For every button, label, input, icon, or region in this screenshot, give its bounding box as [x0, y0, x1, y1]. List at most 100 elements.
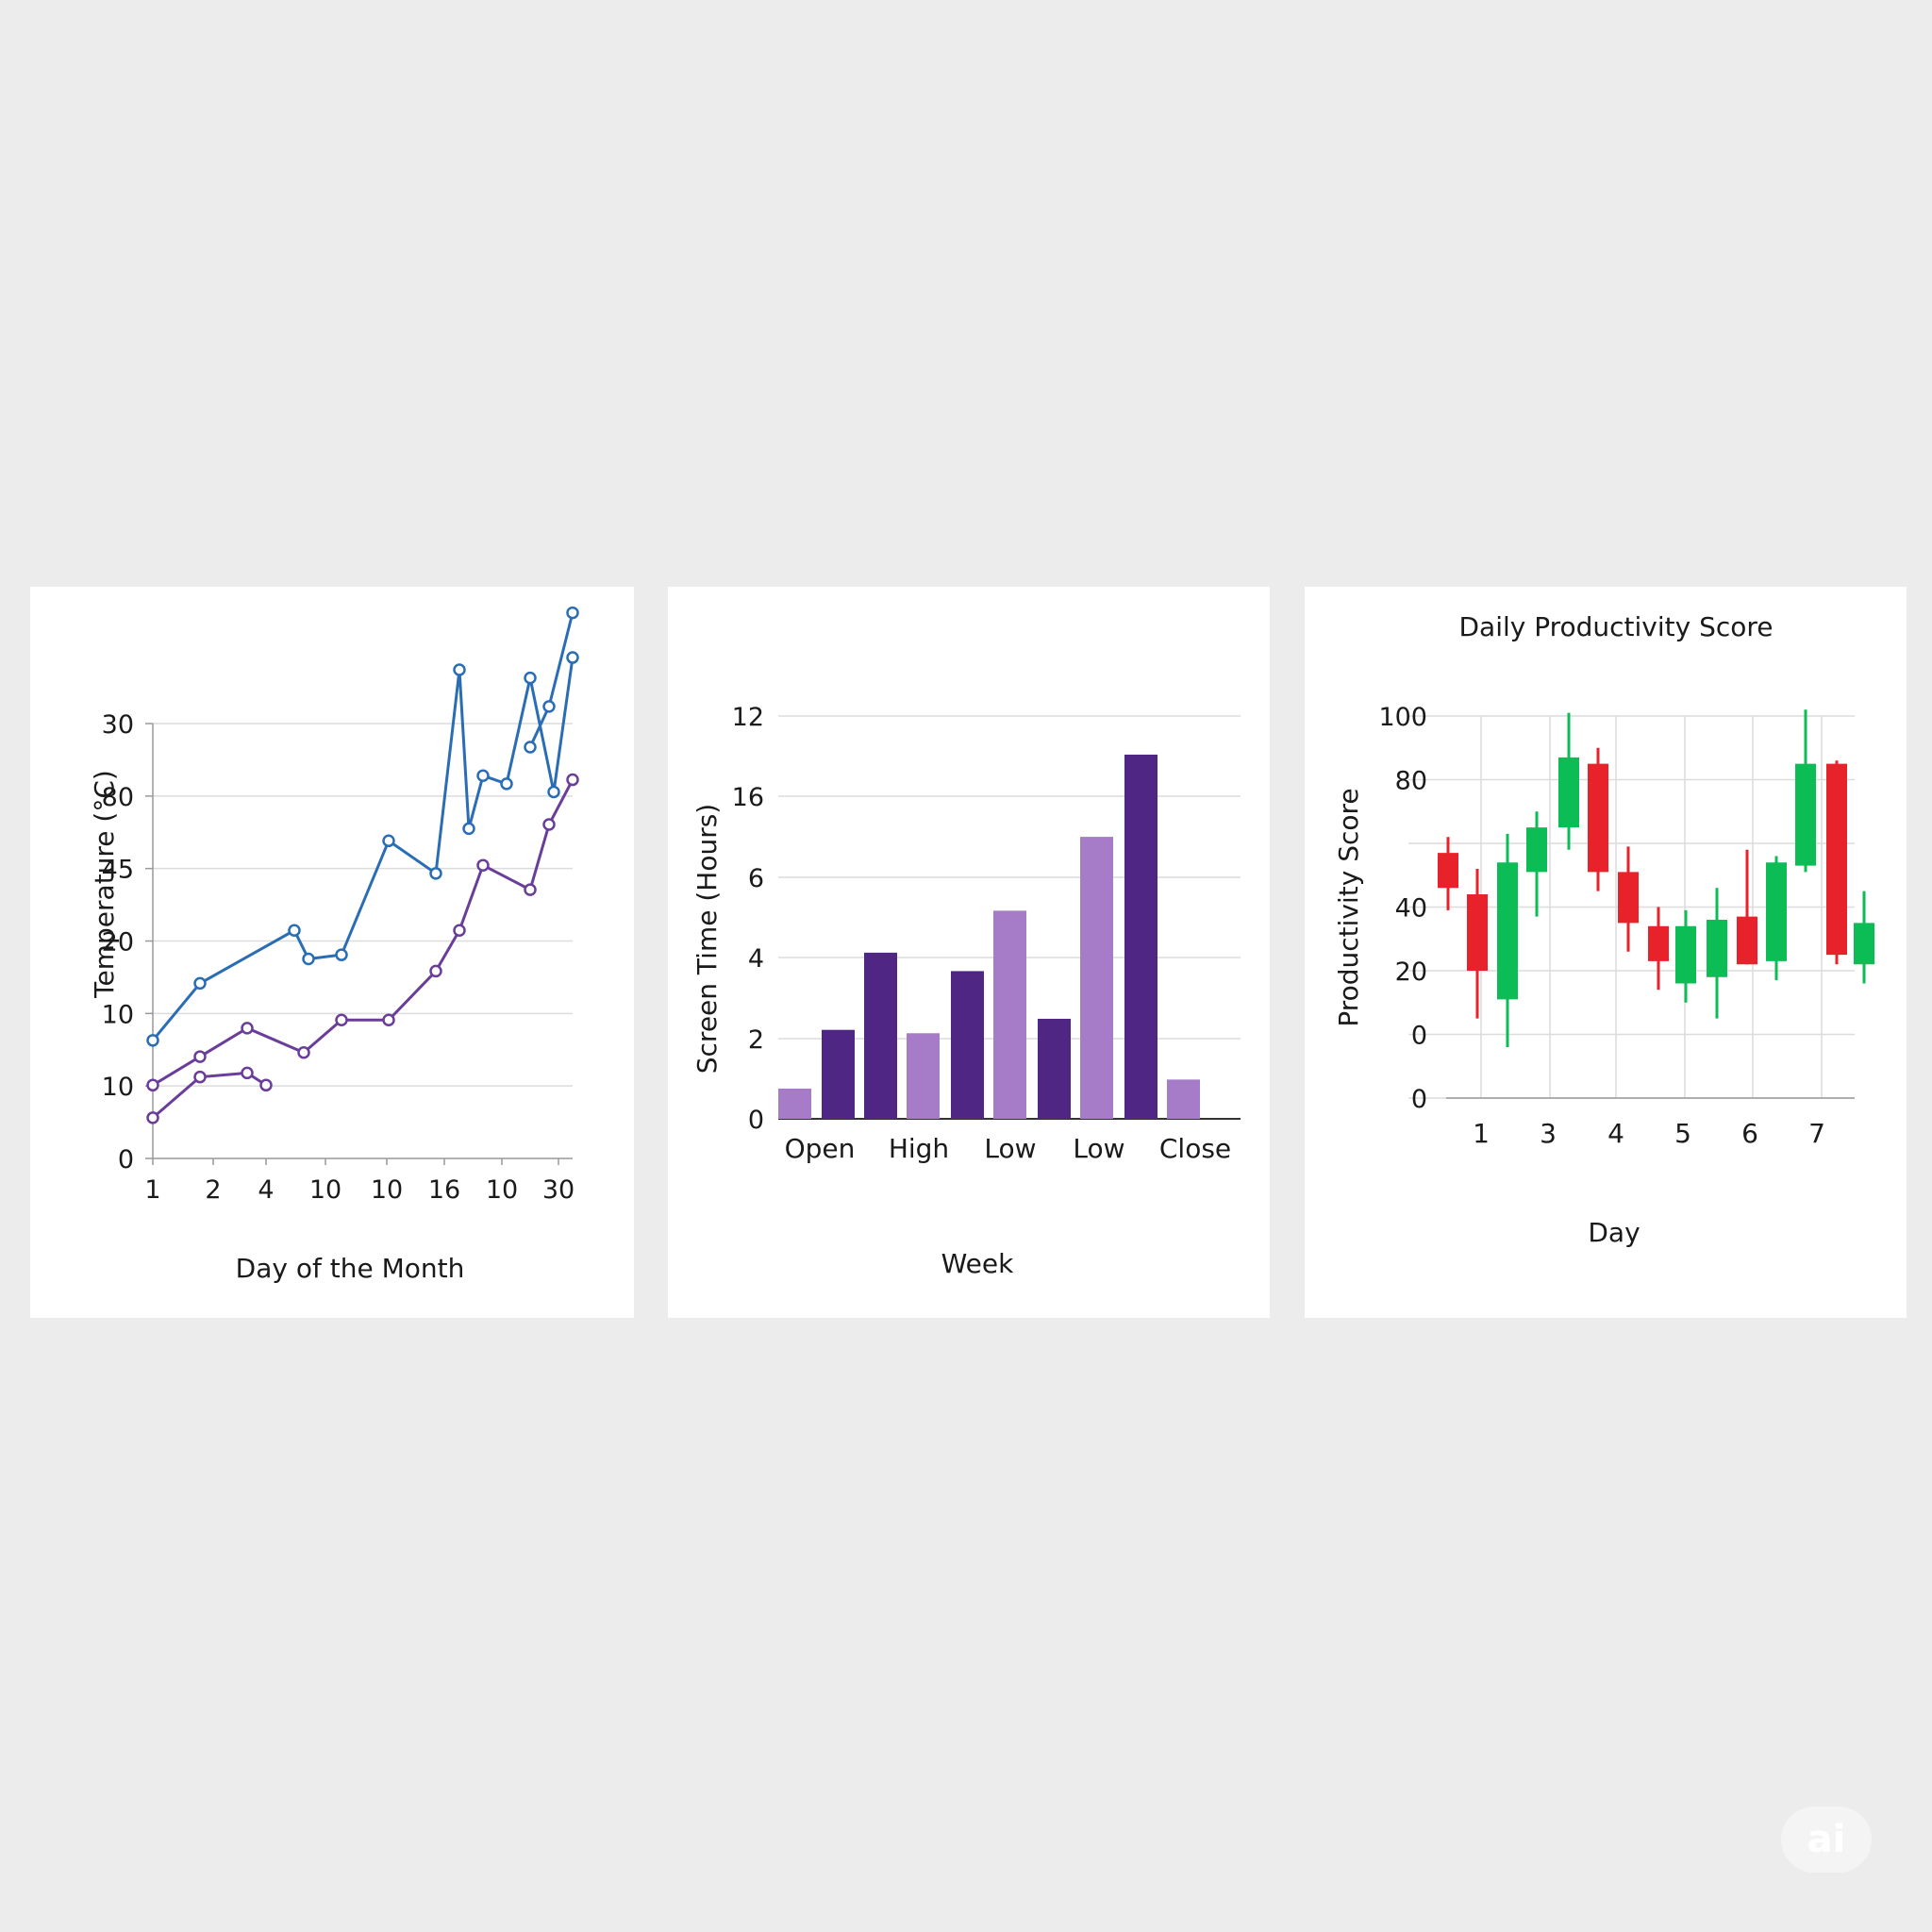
candle-body: [1497, 862, 1518, 1000]
y-tick-label: 30: [102, 710, 134, 740]
x-tick-label: Open: [785, 1133, 856, 1164]
data-point: [429, 867, 442, 880]
data-point: [542, 818, 556, 831]
candle-body: [1707, 920, 1727, 977]
y-tick-label: 10: [102, 1000, 134, 1029]
y-tick-label: 0: [1411, 1022, 1427, 1051]
y-tick-label: 0: [1411, 1085, 1427, 1114]
line-chart-svg: 01010204580301 2 4 10 10 16 10 30Day of the Mon…: [89, 606, 579, 1284]
series-line: [152, 1071, 267, 1119]
data-point: [524, 741, 537, 754]
data-point: [302, 952, 315, 966]
x-tick-label: 5: [1674, 1118, 1691, 1149]
candle-body: [1675, 925, 1696, 984]
y-tick-label: 10: [102, 1073, 134, 1102]
data-point: [241, 1066, 254, 1080]
data-point: [566, 651, 579, 664]
temperature-line-chart: 0 10 10 20 45 80 30 1 2 4 10 10 16 10 30 Day of the Mon…: [30, 587, 634, 1318]
x-tick-label: 2: [205, 1175, 221, 1205]
y-tick-label: 0: [748, 1106, 764, 1135]
y-tick-label: 40: [1395, 894, 1427, 924]
data-point: [335, 1013, 348, 1026]
data-point: [193, 976, 207, 991]
y-axis-title: Productivity Score: [1333, 788, 1364, 1026]
bar: [1124, 754, 1158, 1119]
y-tick-label: 16: [732, 783, 764, 812]
x-tick-label: 10: [309, 1175, 341, 1205]
y-tick-label: 0: [118, 1145, 134, 1174]
data-point: [542, 700, 556, 713]
candle-body: [1558, 757, 1579, 828]
candle-body: [1737, 916, 1757, 965]
x-tick-label: 16: [428, 1175, 460, 1205]
y-axis-title: Temperature (°C): [89, 770, 120, 999]
candle-body: [1766, 862, 1787, 961]
bar: [822, 1029, 855, 1119]
x-axis-title: Day of the Month: [236, 1253, 465, 1284]
data-point: [453, 924, 466, 938]
y-tick-label: 2: [748, 1025, 764, 1055]
candle-body: [1826, 763, 1847, 956]
data-point: [146, 1034, 159, 1047]
bar: [1038, 1018, 1071, 1119]
data-point: [524, 671, 537, 685]
data-point: [429, 964, 442, 978]
watermark-badge: ai: [1781, 1807, 1872, 1873]
y-tick-label: 100: [1378, 703, 1427, 732]
x-tick-label: 4: [258, 1175, 274, 1205]
y-axis-title: Screen Time (Hours): [691, 804, 723, 1074]
bar: [951, 971, 984, 1119]
data-point: [453, 663, 466, 676]
data-point: [462, 822, 475, 836]
data-point: [500, 777, 513, 791]
candle-body: [1854, 923, 1874, 965]
x-tick-label: 3: [1540, 1118, 1557, 1149]
candle-body: [1618, 872, 1639, 924]
bar: [1167, 1079, 1200, 1119]
y-tick-label: 4: [748, 944, 764, 974]
x-tick-label: 1: [1473, 1118, 1490, 1149]
series-line: [151, 657, 575, 1041]
x-tick-label: 6: [1741, 1118, 1758, 1149]
x-tick-label: High: [889, 1133, 949, 1164]
bar: [907, 1033, 940, 1119]
bar: [993, 910, 1026, 1119]
y-tick-label: 20: [1395, 958, 1427, 987]
x-tick-label: Low: [984, 1133, 1036, 1164]
candlestick-chart-svg: Daily Productivity Score 0 0 20 40 80 100 1 3 4 5 6…: [1333, 611, 1874, 1248]
data-point: [524, 883, 537, 896]
data-point: [476, 858, 490, 872]
data-point: [566, 773, 579, 787]
x-tick-label: 4: [1607, 1118, 1624, 1149]
x-tick-label: 30: [542, 1175, 575, 1205]
productivity-candlestick-chart: Daily Productivity Score 0 0 20 40 80 100 1 3 4 5 6…: [1305, 587, 1907, 1318]
data-point: [241, 1022, 254, 1035]
x-tick-label: 1: [144, 1175, 160, 1205]
y-tick-label: 12: [732, 703, 764, 732]
data-point: [335, 948, 348, 961]
x-axis-title: Day: [1588, 1217, 1640, 1248]
data-point: [146, 1078, 159, 1092]
data-point: [382, 834, 395, 848]
candle-body: [1438, 853, 1458, 889]
data-point: [476, 769, 490, 782]
candle-body: [1795, 763, 1816, 866]
candle-body: [1526, 827, 1547, 873]
series-line: [152, 778, 575, 1087]
x-tick-label: Close: [1159, 1133, 1231, 1164]
x-tick-label: 10: [486, 1175, 518, 1205]
screen-time-bar-chart: 0 2 4 6 16 12 Open High Low Low Close Week Screen Ti…: [668, 587, 1270, 1318]
candle-body: [1588, 763, 1608, 873]
bar-chart-svg: 0 2 4 6 16 12 Open High Low Low Close Week Screen Ti…: [691, 703, 1241, 1279]
candle-body: [1467, 894, 1488, 971]
series-line: [528, 612, 575, 748]
candle-body: [1648, 925, 1669, 961]
bar: [864, 952, 897, 1119]
chart-title: Daily Productivity Score: [1458, 611, 1773, 642]
x-axis-title: Week: [941, 1248, 1014, 1279]
bar: [1080, 837, 1113, 1119]
data-point: [297, 1046, 310, 1059]
data-point: [259, 1078, 273, 1092]
data-point: [382, 1013, 395, 1026]
data-point: [193, 1050, 207, 1063]
